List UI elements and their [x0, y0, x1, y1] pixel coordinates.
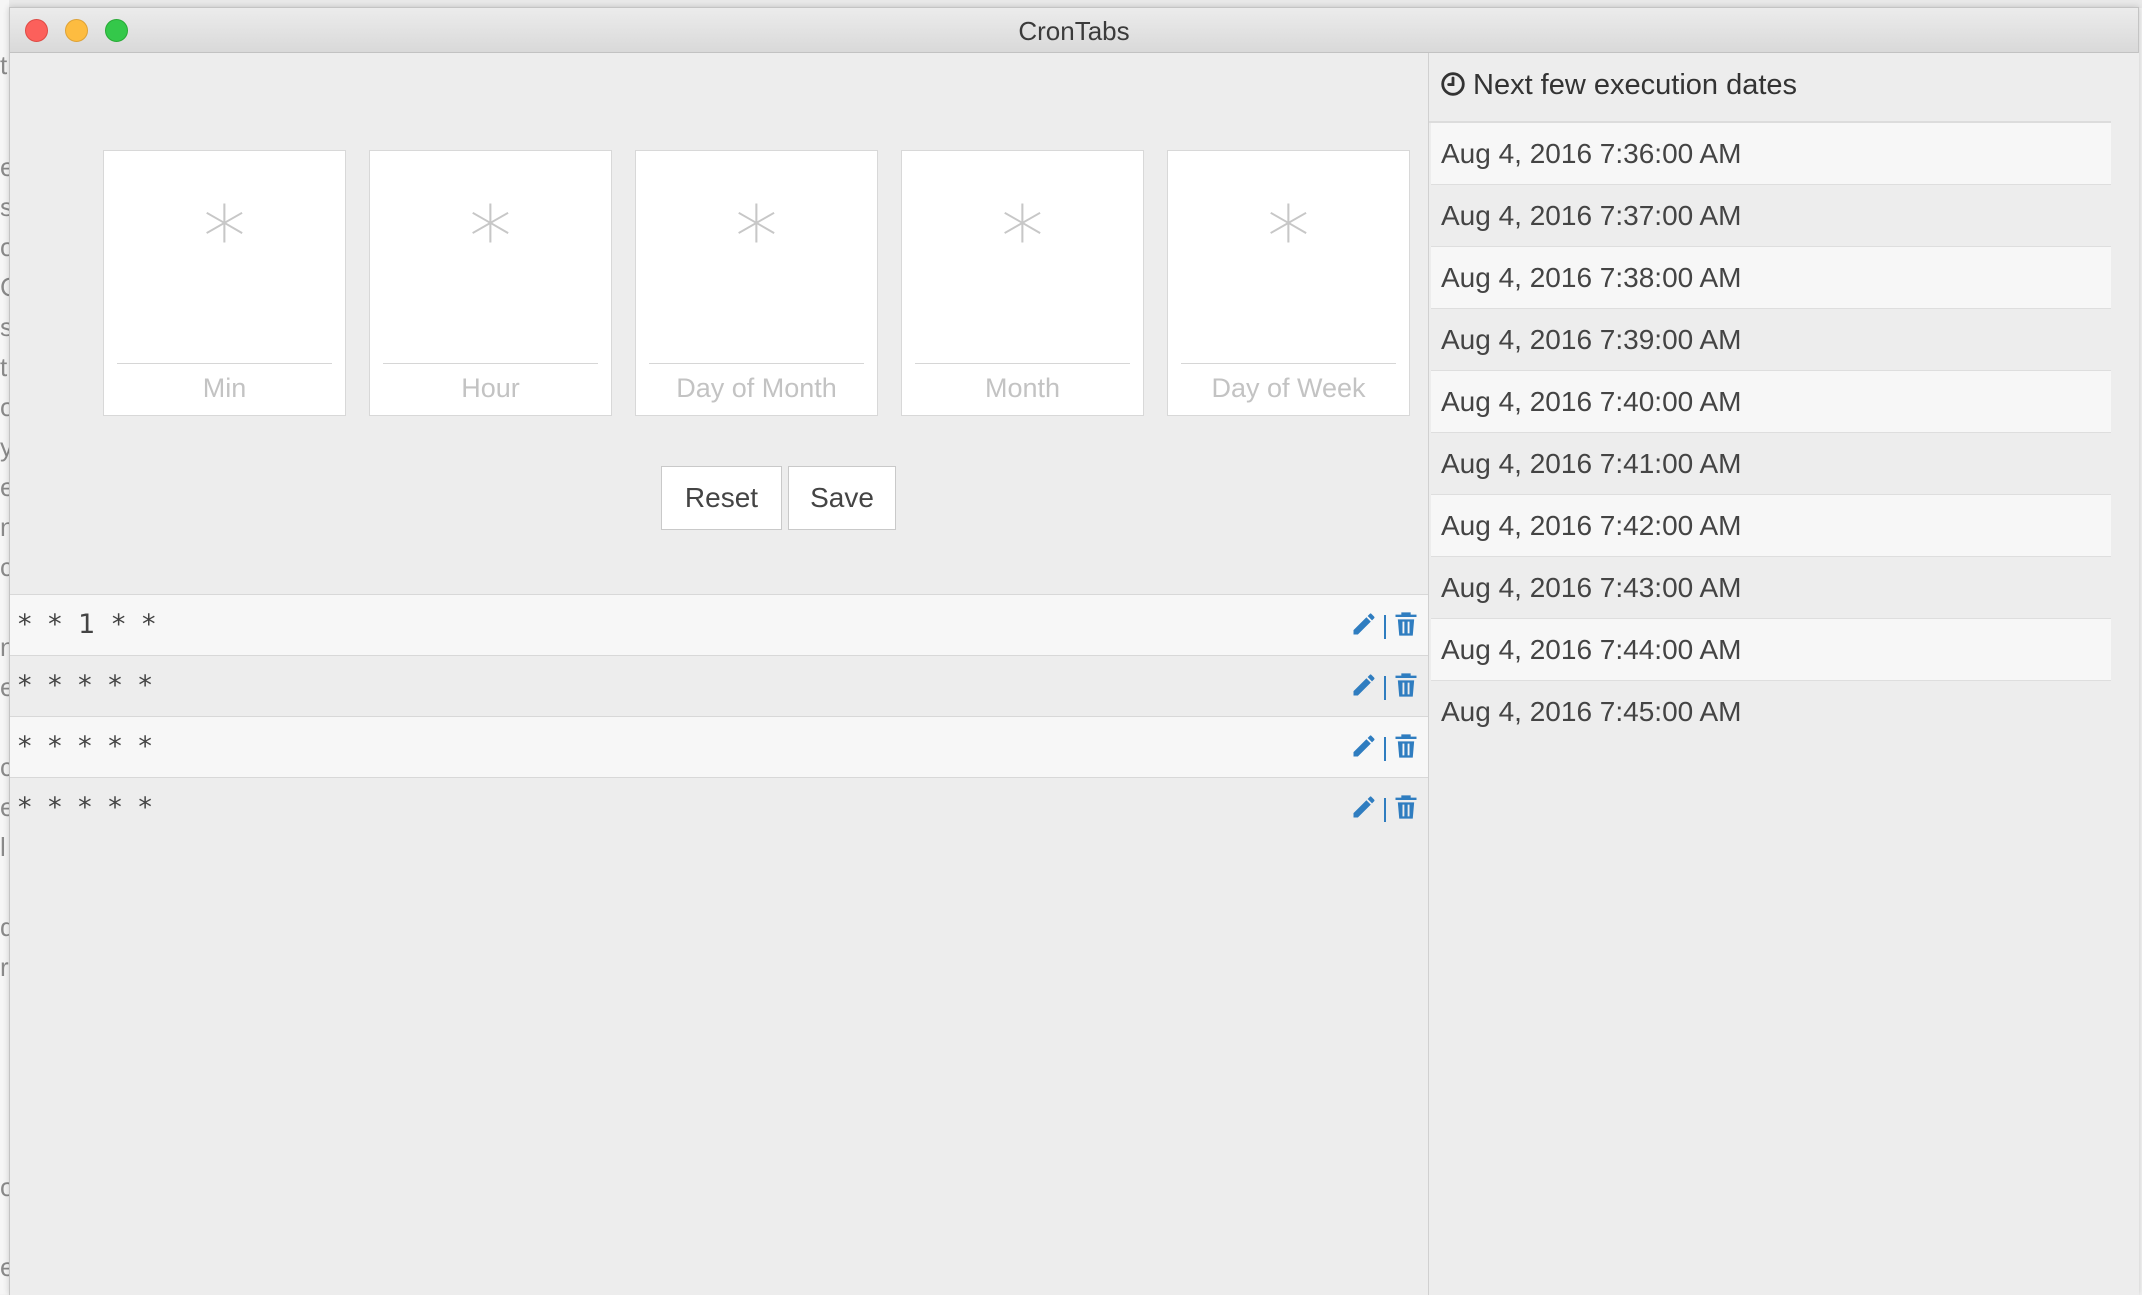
pencil-icon[interactable] [1350, 732, 1378, 760]
background-app-strip: t e s o C s t o y e n c n e c e l d r o … [0, 0, 19, 1294]
hour-label: Hour [461, 373, 520, 403]
field-divider [1181, 363, 1396, 364]
trash-icon[interactable] [1392, 610, 1420, 638]
action-separator [1384, 798, 1386, 822]
minute-field[interactable]: * Min [103, 150, 346, 416]
cron-expression: * * 1 * * [18, 609, 160, 640]
day-of-week-field[interactable]: * Day of Week [1167, 150, 1410, 416]
execution-date-item: Aug 4, 2016 7:43:00 AM [1431, 557, 2111, 619]
execution-date-item: Aug 4, 2016 7:39:00 AM [1431, 309, 2111, 371]
next-dates-header: Next few execution dates [1429, 53, 2111, 123]
clock-icon [1441, 72, 1465, 96]
day-of-month-value[interactable]: * [636, 195, 877, 281]
day-of-month-field[interactable]: * Day of Month [635, 150, 878, 416]
hour-value[interactable]: * [370, 195, 611, 281]
maximize-window-button[interactable] [105, 19, 128, 42]
action-separator [1384, 676, 1386, 700]
cron-expression: * * * * * [18, 792, 156, 823]
crontabs-window: CronTabs * Min * Hour * Day of Month * M… [9, 7, 2139, 1295]
next-dates-panel: Next few execution dates Aug 4, 2016 7:3… [1428, 53, 2139, 1295]
trash-icon[interactable] [1392, 793, 1420, 821]
field-divider [915, 363, 1130, 364]
execution-date-item: Aug 4, 2016 7:42:00 AM [1431, 495, 2111, 557]
cron-expression: * * * * * [18, 670, 156, 701]
title-bar[interactable]: CronTabs [10, 8, 2138, 53]
execution-date-item: Aug 4, 2016 7:40:00 AM [1431, 371, 2111, 433]
execution-dates-list: Aug 4, 2016 7:36:00 AM Aug 4, 2016 7:37:… [1431, 123, 2111, 743]
cron-expression: * * * * * [18, 731, 156, 762]
field-divider [383, 363, 598, 364]
cron-row: * * * * * [10, 777, 1428, 838]
cron-list: * * 1 * * * * * * * * * * * * * * * * * [10, 594, 1428, 838]
pencil-icon[interactable] [1350, 671, 1378, 699]
trash-icon[interactable] [1392, 732, 1420, 760]
background-app-text: t [0, 352, 8, 382]
action-separator [1384, 737, 1386, 761]
execution-date-item: Aug 4, 2016 7:44:00 AM [1431, 619, 2111, 681]
row-actions [1350, 609, 1420, 639]
execution-date-item: Aug 4, 2016 7:36:00 AM [1431, 123, 2111, 185]
month-field[interactable]: * Month [901, 150, 1144, 416]
pencil-icon[interactable] [1350, 610, 1378, 638]
month-value[interactable]: * [902, 195, 1143, 281]
hour-field[interactable]: * Hour [369, 150, 612, 416]
execution-date-item: Aug 4, 2016 7:38:00 AM [1431, 247, 2111, 309]
background-app-text: l [0, 832, 6, 862]
cron-row: * * * * * [10, 716, 1428, 777]
next-dates-title: Next few execution dates [1473, 69, 1798, 101]
field-divider [117, 363, 332, 364]
action-separator [1384, 615, 1386, 639]
cron-row: * * * * * [10, 655, 1428, 716]
field-divider [649, 363, 864, 364]
pencil-icon[interactable] [1350, 793, 1378, 821]
cron-row: * * 1 * * [10, 594, 1428, 655]
month-label: Month [984, 373, 1061, 403]
background-app-text: t [0, 50, 8, 80]
close-window-button[interactable] [25, 19, 48, 42]
reset-button[interactable]: Reset [661, 466, 782, 530]
day-of-week-label: Day of Week [1211, 373, 1366, 403]
day-of-month-label: Day of Month [676, 373, 837, 403]
row-actions [1350, 670, 1420, 700]
trash-icon[interactable] [1392, 671, 1420, 699]
execution-date-item: Aug 4, 2016 7:45:00 AM [1431, 681, 2111, 743]
day-of-week-value[interactable]: * [1168, 195, 1409, 281]
execution-date-item: Aug 4, 2016 7:37:00 AM [1431, 185, 2111, 247]
cron-editor-panel: * Min * Hour * Day of Month * Month * Da… [10, 53, 1428, 1295]
save-button[interactable]: Save [788, 466, 896, 530]
row-actions [1350, 731, 1420, 761]
window-title: CronTabs [1018, 16, 1130, 46]
execution-date-item: Aug 4, 2016 7:41:00 AM [1431, 433, 2111, 495]
minute-label: Min [202, 373, 247, 403]
minimize-window-button[interactable] [65, 19, 88, 42]
row-actions [1350, 792, 1420, 822]
background-app-text: r [0, 952, 9, 982]
minute-value[interactable]: * [104, 195, 345, 281]
